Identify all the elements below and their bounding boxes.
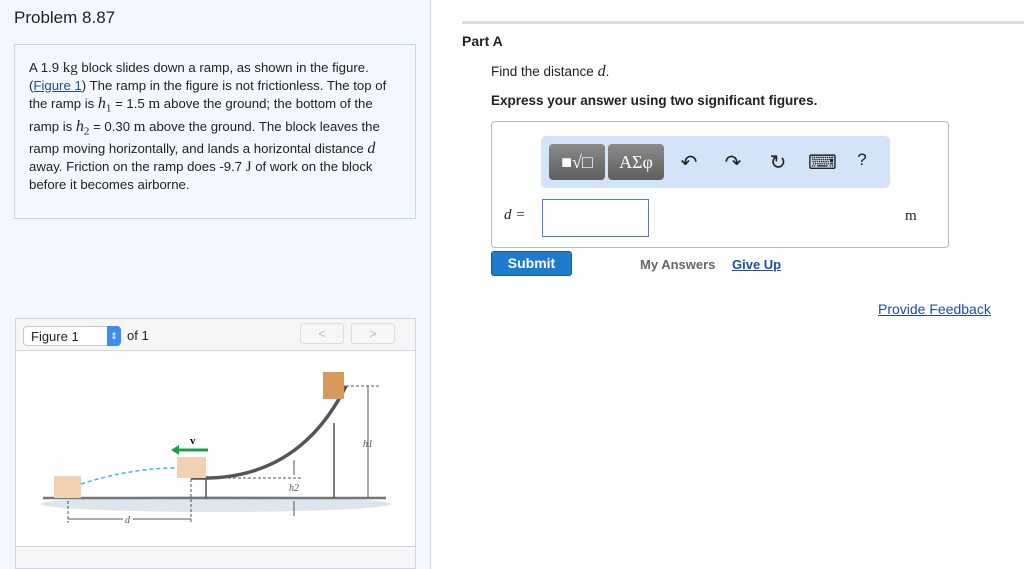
problem-title: Problem 8.87 xyxy=(14,8,116,27)
block-top xyxy=(323,372,344,399)
question-text: Find the distance d. xyxy=(491,63,609,81)
text: = 0.30 xyxy=(89,118,134,134)
unit-m: m xyxy=(133,118,146,135)
text: away. Friction on the ramp does -9.7 xyxy=(29,159,246,175)
problem-statement: A 1.9 kg block slides down a ramp, as sh… xyxy=(14,44,416,219)
text: . xyxy=(605,64,610,79)
label-h1: h1 xyxy=(363,439,373,450)
answer-input[interactable] xyxy=(542,199,649,237)
answer-box: ■√□ ΑΣφ ↶ ↷ ↻ ⌨ ? d = m xyxy=(491,121,949,248)
math-toolbar: ■√□ ΑΣφ ↶ ↷ ↻ ⌨ ? xyxy=(541,136,890,188)
provide-feedback-link[interactable]: Provide Feedback xyxy=(878,301,991,317)
instruction: Express your answer using two significan… xyxy=(491,93,818,108)
ramp xyxy=(191,385,348,480)
redo-icon[interactable]: ↷ xyxy=(721,150,745,175)
unit-m: m xyxy=(148,96,161,112)
undo-icon[interactable]: ↶ xyxy=(677,150,701,175)
select-arrows-icon[interactable]: ⇕ xyxy=(107,326,121,346)
block-landed xyxy=(54,476,81,498)
var-d: d xyxy=(597,63,606,80)
figure-header: Figure 1 ⇕ of 1 < > xyxy=(16,319,415,351)
var-h2: h xyxy=(75,117,84,135)
variable-label: d = xyxy=(504,207,526,223)
figure-viewer: Figure 1 ⇕ of 1 < > v h1 h2 d xyxy=(15,318,416,569)
text: = 1.5 xyxy=(111,96,149,111)
keyboard-icon[interactable]: ⌨ xyxy=(808,150,837,175)
figure-count: of 1 xyxy=(127,328,149,343)
figure-link[interactable]: Figure 1 xyxy=(33,78,81,93)
text: A 1.9 xyxy=(29,60,63,75)
unit-kg: kg xyxy=(62,60,78,76)
block-launch xyxy=(177,457,206,478)
label-v: v xyxy=(190,435,196,447)
problem-panel: Problem 8.87 A 1.9 kg block slides down … xyxy=(0,0,431,569)
templates-button[interactable]: ■√□ xyxy=(549,144,605,180)
arrowhead xyxy=(171,445,179,455)
help-icon[interactable]: ? xyxy=(850,150,874,170)
reset-icon[interactable]: ↻ xyxy=(766,150,790,175)
greek-button[interactable]: ΑΣφ xyxy=(608,144,664,180)
prev-figure-button[interactable]: < xyxy=(300,323,344,344)
next-figure-button[interactable]: > xyxy=(351,323,395,344)
text: Find the distance xyxy=(491,64,598,79)
figure-select[interactable]: Figure 1 xyxy=(23,326,120,346)
divider xyxy=(462,21,1024,24)
label-h2: h2 xyxy=(289,483,299,494)
figure-footer xyxy=(16,546,415,568)
ramp-figure: v h1 h2 d xyxy=(41,372,391,526)
my-answers-link[interactable]: My Answers xyxy=(640,257,715,272)
give-up-link[interactable]: Give Up xyxy=(732,257,781,272)
var-h1: h xyxy=(97,95,106,112)
trajectory xyxy=(80,467,178,485)
submit-button[interactable]: Submit xyxy=(491,251,572,276)
unit-label: m xyxy=(905,208,917,224)
part-label: Part A xyxy=(462,33,503,49)
var-d: d xyxy=(367,140,376,158)
